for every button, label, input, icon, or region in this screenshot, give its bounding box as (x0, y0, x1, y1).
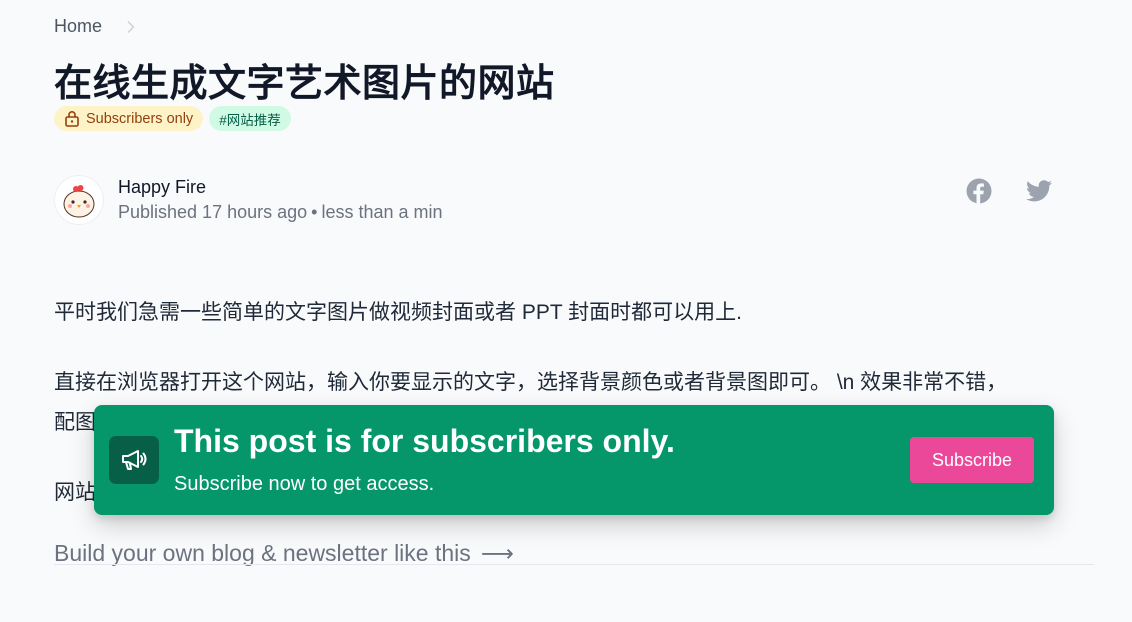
post-title: 在线生成文字艺术图片的网站 (54, 63, 555, 105)
post-page: Home 在线生成文字艺术图片的网站 Subscribers only #网站推… (0, 0, 1132, 622)
subscribers-only-label: Subscribers only (86, 110, 194, 127)
content-paragraph-2: 直接在浏览器打开这个网站，输入你要显示的文字，选择背景颜色或者背景图即可。 \n… (54, 371, 1008, 394)
build-blog-link[interactable]: Build your own blog & newsletter like th… (54, 540, 514, 567)
twitter-icon (1026, 180, 1052, 202)
author-block: Happy Fire Published 17 hours ago • less… (54, 175, 443, 225)
read-time: less than a min (321, 202, 443, 222)
post-badges: Subscribers only #网站推荐 (54, 106, 291, 131)
facebook-icon (966, 178, 992, 204)
breadcrumb: Home (54, 16, 138, 37)
tag-badge[interactable]: #网站推荐 (209, 106, 291, 131)
chick-avatar-icon (63, 185, 95, 218)
avatar[interactable] (54, 175, 104, 225)
author-meta: Happy Fire Published 17 hours ago • less… (118, 175, 443, 225)
arrow-right-icon: ⟶ (480, 540, 514, 566)
content-paragraph-1: 平时我们急需一些简单的文字图片做视频封面或者 PPT 封面时都可以用上. (54, 301, 742, 324)
megaphone-icon (122, 450, 147, 470)
subscribe-button[interactable]: Subscribe (910, 437, 1034, 483)
published-time: Published 17 hours ago (118, 202, 308, 222)
chevron-right-icon (127, 20, 135, 33)
content-paragraph-2-continued: 配图 (54, 411, 96, 434)
breadcrumb-home-link[interactable]: Home (54, 16, 102, 37)
paywall-banner: This post is for subscribers only. Subsc… (94, 405, 1054, 515)
twitter-share-button[interactable] (1025, 177, 1053, 205)
divider (54, 564, 1094, 565)
subscribers-only-badge: Subscribers only (54, 106, 204, 131)
content-paragraph-3: 网站 (54, 481, 96, 504)
post-meta: Published 17 hours ago • less than a min (118, 199, 443, 225)
paywall-title: This post is for subscribers only. (174, 423, 675, 459)
build-blog-label: Build your own blog & newsletter like th… (54, 540, 471, 566)
meta-separator: • (311, 202, 318, 222)
paywall-icon-box (109, 436, 159, 484)
author-name[interactable]: Happy Fire (118, 175, 443, 199)
lock-icon (65, 111, 79, 127)
paywall-subtitle: Subscribe now to get access. (174, 473, 435, 495)
facebook-share-button[interactable] (965, 177, 993, 205)
